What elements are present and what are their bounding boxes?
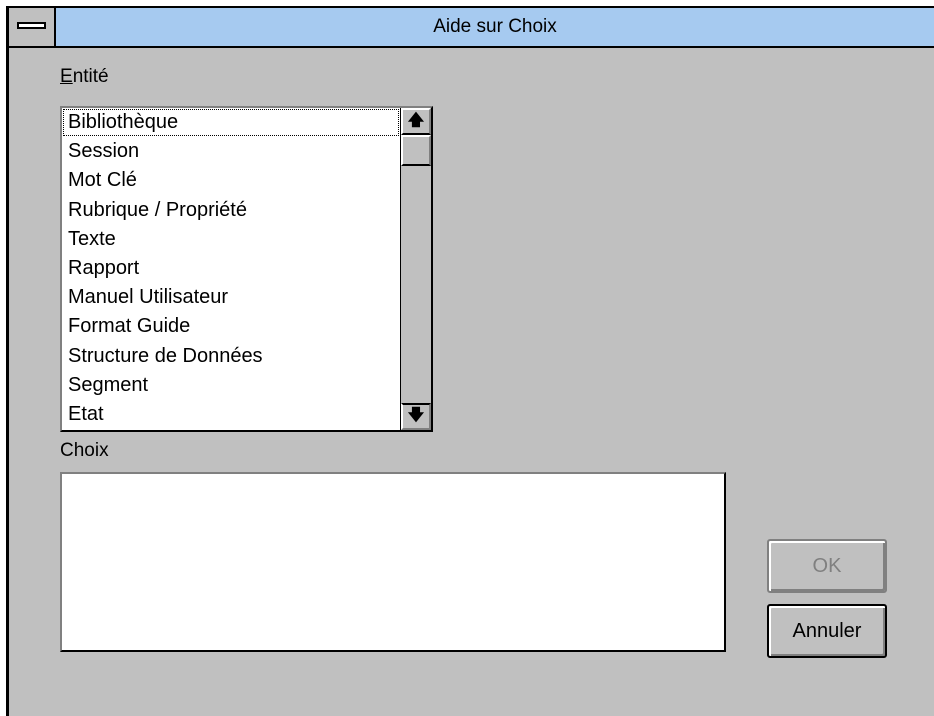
list-item[interactable]: Manuel Utilisateur (62, 283, 400, 312)
list-item[interactable]: Segment (62, 371, 400, 400)
title-bar[interactable]: Aide sur Choix (9, 8, 934, 48)
arrow-down-icon: 🡇 (407, 407, 425, 424)
list-item[interactable]: Rubrique / Propriété (62, 196, 400, 225)
choix-field[interactable] (60, 472, 726, 652)
scroll-thumb[interactable] (401, 135, 431, 166)
scroll-down-button[interactable]: 🡇 (401, 403, 431, 430)
entite-listbox[interactable]: Bibliothèque Session Mot Clé Rubrique / Pro… (60, 106, 433, 432)
list-item[interactable]: Bibliothèque (62, 108, 400, 137)
list-item[interactable]: Texte (62, 225, 400, 254)
list-item[interactable]: Session (62, 137, 400, 166)
window-title: Aide sur Choix (433, 16, 557, 37)
list-item[interactable]: Rapport (62, 254, 400, 283)
ok-button[interactable]: OK (767, 539, 887, 593)
list-item[interactable]: Etat (62, 400, 400, 429)
arrow-up-icon: 🡅 (407, 112, 425, 129)
cancel-button[interactable]: Annuler (767, 604, 887, 658)
entite-label-first-letter: E (60, 66, 73, 87)
entite-list-items[interactable]: Bibliothèque Session Mot Clé Rubrique / Pro… (62, 108, 400, 430)
list-item[interactable]: Mot Clé (62, 166, 400, 195)
entite-scrollbar[interactable]: 🡅 🡇 (400, 108, 431, 430)
choix-label: Choix (60, 440, 109, 461)
dialog-window: Aide sur Choix Entité Bibliothèque Sessio… (6, 6, 934, 716)
list-item[interactable]: Structure de Données (62, 342, 400, 371)
scroll-up-button[interactable]: 🡅 (401, 108, 431, 135)
entite-label-rest: ntité (72, 66, 109, 87)
system-menu-icon (17, 22, 46, 29)
system-menu-button[interactable] (9, 8, 56, 46)
entite-label: Entité (60, 66, 109, 88)
list-item[interactable]: Format Guide (62, 312, 400, 341)
